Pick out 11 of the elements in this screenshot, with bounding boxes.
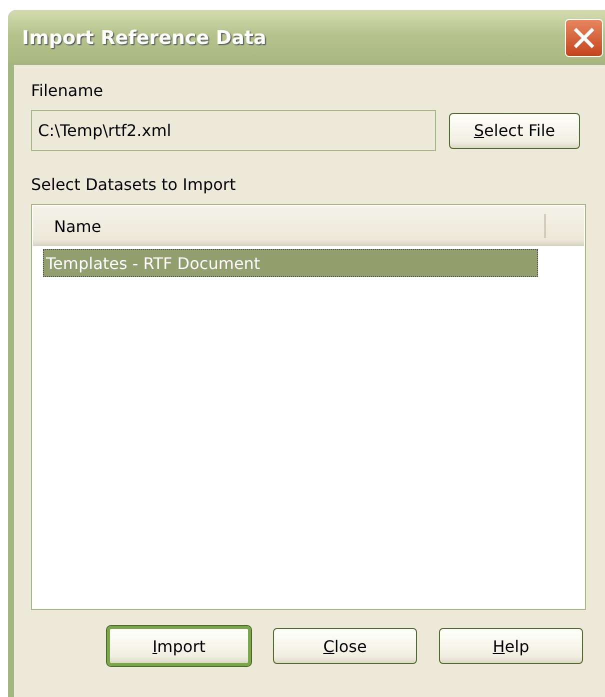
window-title: Import Reference Data [22,26,266,48]
close-icon [572,26,596,50]
filename-label: Filename [31,81,104,100]
filename-field[interactable]: C:\Temp\rtf2.xml [31,110,436,151]
dialog-button[interactable]: Help [439,628,583,664]
dialog-button[interactable]: Import [107,626,251,666]
datasets-label: Select Datasets to Import [31,175,237,194]
column-header[interactable]: Name [33,214,546,238]
select-file-button[interactable]: Select File [449,112,580,148]
close-button[interactable] [565,18,603,56]
dialog-button[interactable]: Close [273,628,417,664]
